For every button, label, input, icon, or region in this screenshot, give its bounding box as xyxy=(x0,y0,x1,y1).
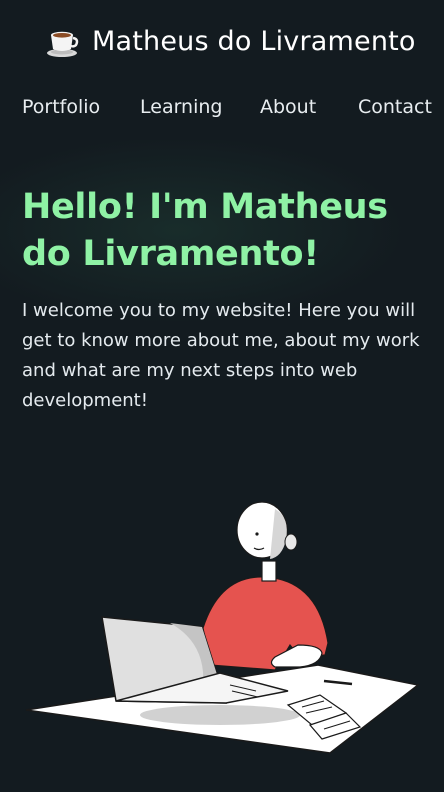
site-header: Matheus do Livramento xyxy=(0,0,444,90)
brand[interactable]: Matheus do Livramento xyxy=(44,22,416,60)
nav-link-portfolio[interactable]: Portfolio xyxy=(22,96,100,118)
coffee-cup-icon xyxy=(44,22,82,60)
hero-heading: Hello! I'm Matheus do Livramento! xyxy=(22,187,388,274)
nav-link-learning[interactable]: Learning xyxy=(140,96,223,118)
nav-link-contact[interactable]: Contact xyxy=(358,96,432,118)
nav-link-about[interactable]: About xyxy=(260,96,316,118)
hero-section: Hello! I'm Matheus do Livramento! I welc… xyxy=(22,184,422,416)
site-title: Matheus do Livramento xyxy=(92,25,416,57)
hero-intro: I welcome you to my website! Here you wi… xyxy=(22,300,420,411)
main-nav: Portfolio Learning About Contact xyxy=(0,96,444,122)
person-at-laptop-illustration xyxy=(20,495,424,765)
